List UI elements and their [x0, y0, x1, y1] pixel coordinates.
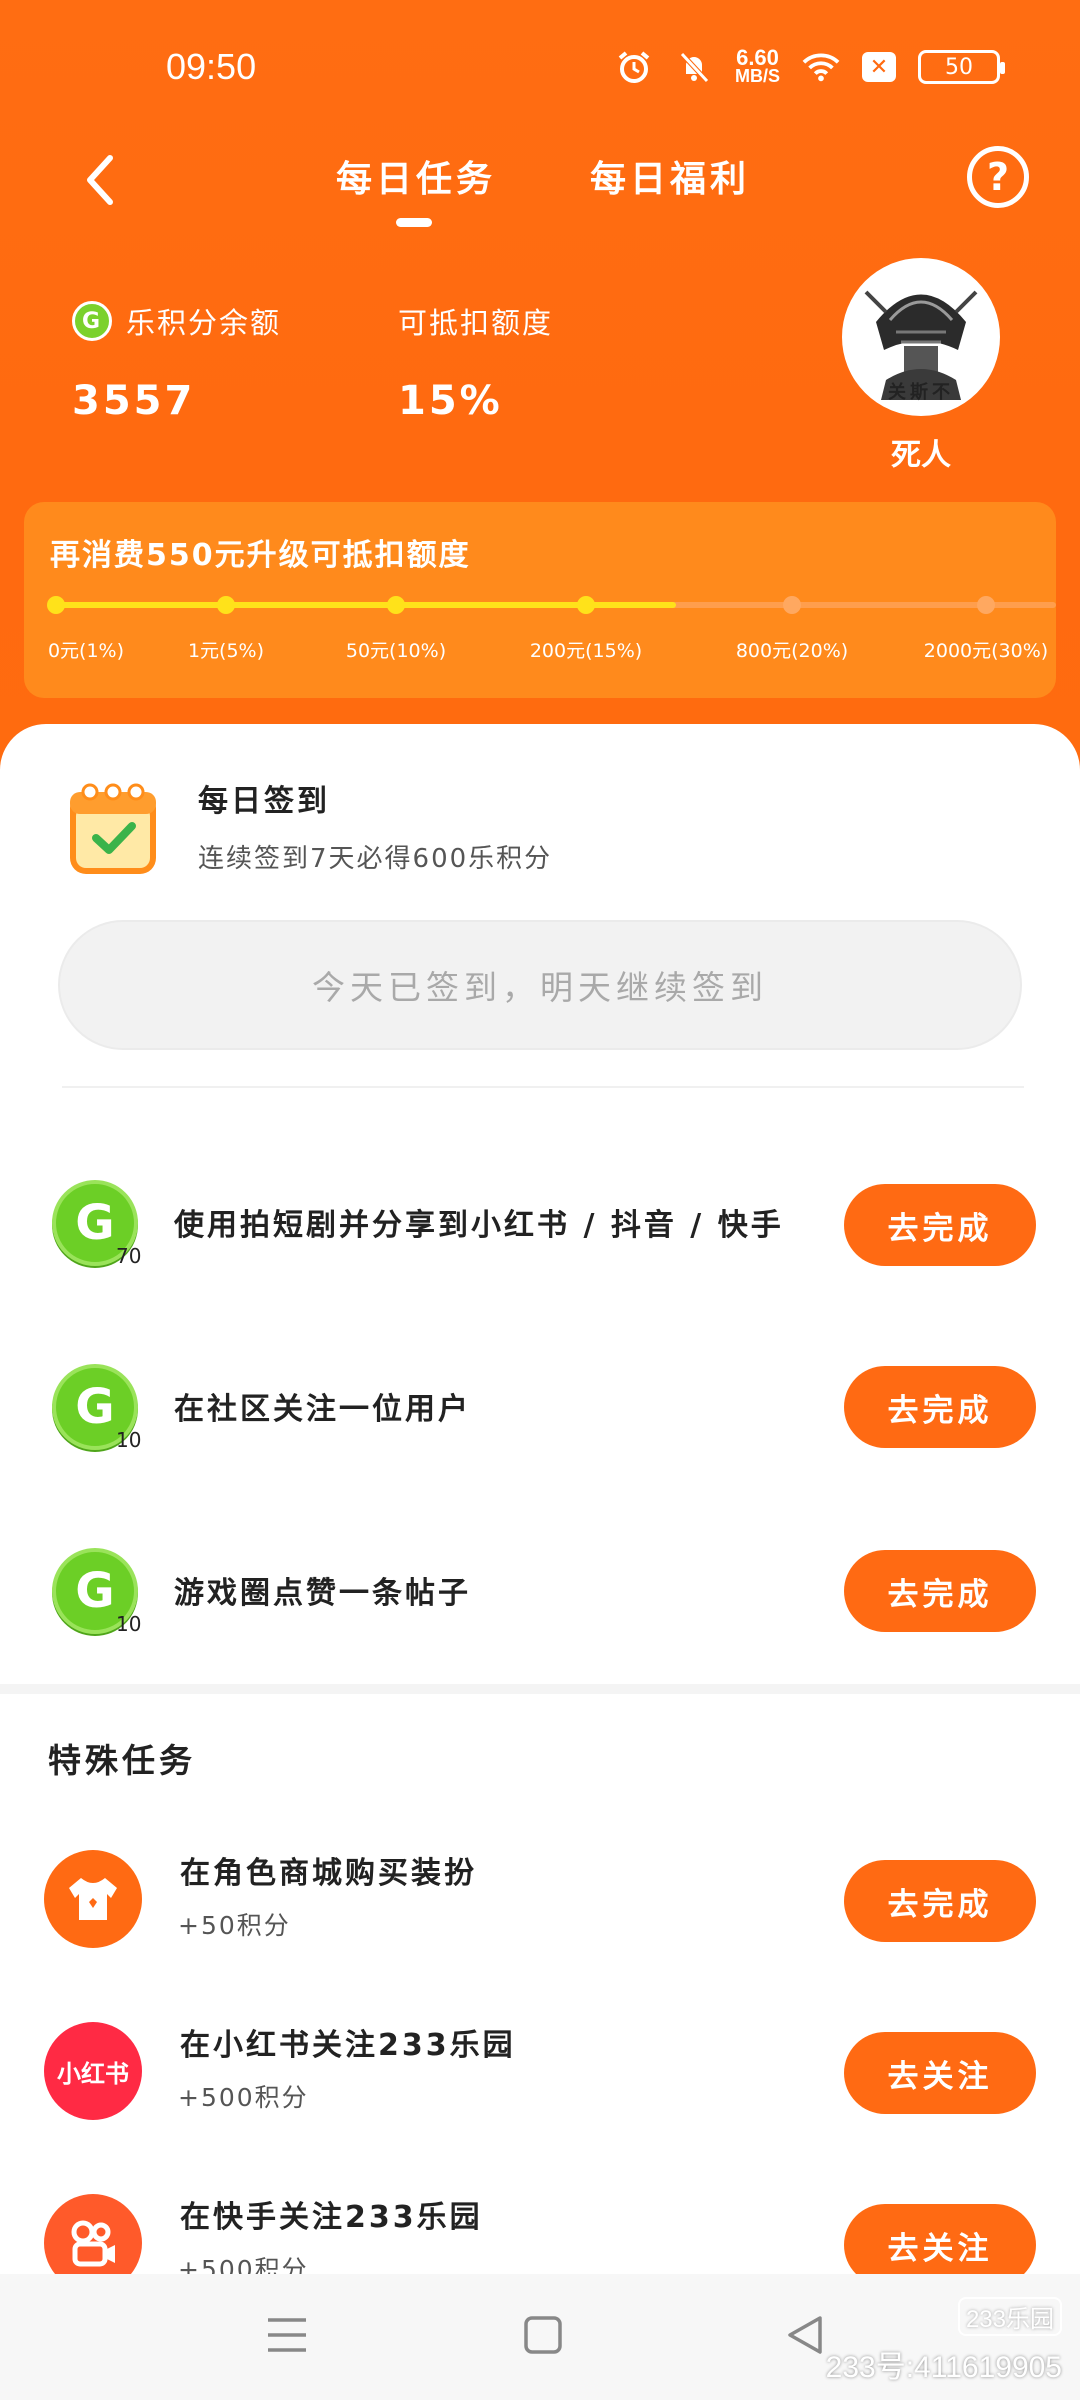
alarm-icon [615, 48, 653, 86]
task-points: 70 [116, 1244, 142, 1268]
network-speed: 6.60 MB/S [735, 45, 780, 86]
back-triangle-icon [788, 2316, 822, 2354]
progress-level-dot [47, 596, 65, 614]
checkin-subtitle: 连续签到7天必得600乐积分 [198, 844, 553, 874]
upgrade-progress-card: 再消费550元升级可抵扣额度 0元(1%) 1元(5%) 50元(10%) 200元(… [24, 502, 1056, 698]
progress-level-label: 800元(20%) [735, 640, 849, 662]
status-icons: 6.60 MB/S ✕ 50 [615, 45, 1005, 86]
task-row: G 70 使用拍短剧并分享到小红书 / 抖音 / 快手 去完成 [0, 1172, 1080, 1282]
status-time: 09:50 [166, 46, 257, 87]
special-task-points: +50积分 [178, 1911, 291, 1940]
user-profile[interactable]: 关斯不 死人 [842, 258, 1000, 474]
question-icon: ? [986, 155, 1010, 199]
special-task-title: 在角色商城购买装扮 [180, 1856, 477, 1891]
back-button[interactable] [72, 150, 132, 210]
tab-daily-benefits[interactable]: 每日福利 [590, 150, 750, 202]
progress-level-label: 50元(10%) [345, 640, 447, 662]
special-task-points: +500积分 [178, 2083, 309, 2112]
task-points: 10 [116, 1428, 142, 1452]
special-tasks-section: 特殊任务 在角色商城购买装扮 +50积分 去完成 小红书 在小红书关注233乐园… [0, 1694, 1080, 2274]
special-task-title: 在快手关注233乐园 [180, 2200, 483, 2235]
progress-level-dot [977, 596, 995, 614]
task-label: 使用拍短剧并分享到小红书 / 抖音 / 快手 [174, 1208, 784, 1243]
discount-value: 15% [398, 378, 503, 424]
active-tab-indicator [396, 218, 432, 227]
tshirt-icon [44, 1850, 142, 1948]
battery-indicator: 50 [918, 50, 1005, 84]
section-title: 特殊任务 [48, 1741, 196, 1780]
menu-icon [268, 2318, 306, 2352]
tab-daily-tasks[interactable]: 每日任务 [336, 150, 496, 202]
back-nav-button[interactable] [780, 2310, 830, 2360]
complete-task-button[interactable]: 去完成 [844, 1550, 1036, 1632]
chevron-left-icon [87, 155, 113, 205]
menu-button[interactable] [262, 2310, 312, 2360]
xiaohongshu-icon: 小红书 [44, 2022, 142, 2120]
watermark-text: 233号:411619905 [825, 2351, 1062, 2384]
complete-task-button[interactable]: 去完成 [844, 1184, 1036, 1266]
progress-level-label: 2000元(30%) [923, 640, 1049, 662]
system-navigation-bar: 233乐园 233号:411619905 [0, 2274, 1080, 2400]
points-label: 乐积分余额 [126, 306, 282, 340]
points-coin-icon: G [72, 301, 112, 341]
wifi-icon [802, 48, 840, 86]
status-bar: 09:50 6.60 MB/S ✕ 50 [0, 0, 1080, 140]
home-button[interactable] [518, 2310, 568, 2360]
task-row: G 10 在社区关注一位用户 去完成 [0, 1356, 1080, 1466]
special-task-title: 在小红书关注233乐园 [180, 2028, 516, 2063]
help-button[interactable]: ? [967, 146, 1029, 208]
progress-level-dot [577, 596, 595, 614]
progress-level-dot [387, 596, 405, 614]
upgrade-title: 再消费550元升级可抵扣额度 [50, 538, 471, 573]
follow-button[interactable]: 去关注 [844, 2204, 1036, 2274]
avatar[interactable]: 关斯不 [842, 258, 1000, 416]
discount-limit: 可抵扣额度 15% [398, 300, 553, 424]
divider [62, 1086, 1024, 1088]
progress-level-label: 1元(5%) [187, 640, 265, 662]
progress-level-dot [217, 596, 235, 614]
points-value: 3557 [72, 378, 196, 424]
complete-task-button[interactable]: 去完成 [844, 1366, 1036, 1448]
checkin-title: 每日签到 [198, 784, 330, 819]
progress-level-label: 0元(1%) [47, 640, 125, 662]
progress-level-dot [783, 596, 801, 614]
home-square-icon [524, 2316, 562, 2354]
user-name: 死人 [891, 438, 951, 473]
daily-tasks-card: 每日签到 连续签到7天必得600乐积分 今天已签到，明天继续签到 G 70 使用… [0, 724, 1080, 1684]
special-task-points: +500积分 [178, 2255, 309, 2274]
progress-level-label: 200元(15%) [529, 640, 643, 662]
kuaishou-icon [44, 2194, 142, 2274]
special-task-row: 小红书 在小红书关注233乐园 +500积分 去关注 [0, 2022, 1080, 2162]
watermark: 233乐园 233号:411619905 [826, 2297, 1062, 2386]
top-navigation: 每日任务 每日福利 ? [0, 140, 1080, 240]
special-task-row: 在角色商城购买装扮 +50积分 去完成 [0, 1850, 1080, 1990]
special-task-row: 在快手关注233乐园 +500积分 去关注 [0, 2194, 1080, 2274]
task-label: 游戏圈点赞一条帖子 [174, 1576, 471, 1611]
points-balance: G 乐积分余额 3557 [72, 300, 281, 424]
mute-bell-icon [675, 48, 713, 86]
task-label: 在社区关注一位用户 [174, 1392, 471, 1427]
follow-button[interactable]: 去关注 [844, 2032, 1036, 2114]
avatar-caption: 关斯不 [888, 382, 954, 403]
task-row: G 10 游戏圈点赞一条帖子 去完成 [0, 1540, 1080, 1650]
complete-task-button[interactable]: 去完成 [844, 1860, 1036, 1942]
sim-off-icon: ✕ [862, 52, 896, 82]
task-points: 10 [116, 1612, 142, 1636]
watermark-logo: 233乐园 [957, 2297, 1062, 2336]
checkin-button[interactable]: 今天已签到，明天继续签到 [58, 920, 1022, 1050]
discount-label: 可抵扣额度 [398, 306, 554, 340]
calendar-check-icon [66, 778, 162, 878]
